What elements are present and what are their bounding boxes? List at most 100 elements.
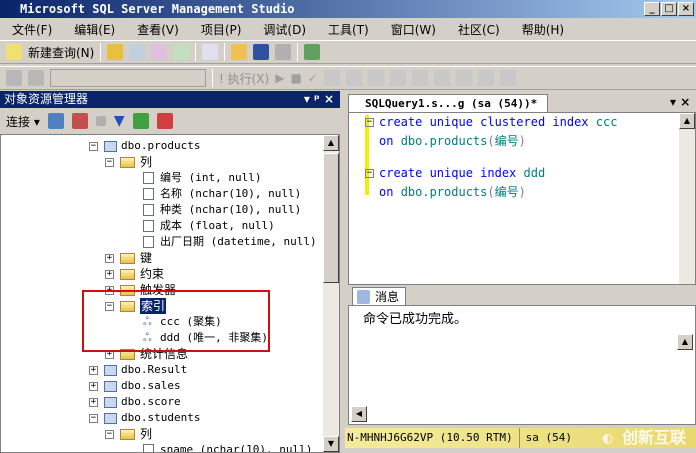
dmx-query-icon[interactable] [151,44,168,60]
query-designer-icon[interactable] [345,70,362,86]
tree-node[interactable]: − 列 [1,426,321,442]
code-token: create unique index [379,166,524,180]
tree-node[interactable]: 成本 (float, null) [1,218,321,234]
tree-node[interactable]: 名称 (nchar(10), null) [1,186,321,202]
folder-icon [120,269,135,280]
outdent-icon[interactable] [477,70,494,86]
save-icon[interactable] [253,44,270,60]
expand-icon[interactable]: + [105,270,114,279]
database-select[interactable] [50,69,206,87]
tree-node[interactable]: 编号 (int, null) [1,170,321,186]
menu-item[interactable]: 调试(D) [263,21,306,38]
scroll-up-button[interactable]: ▲ [677,334,693,350]
tree-node[interactable]: − dbo.students [1,410,321,426]
tree-node[interactable]: − dbo.products [1,138,321,154]
code-token: ) [518,134,526,148]
indent-icon[interactable] [499,70,516,86]
collapse-icon[interactable]: − [89,414,98,423]
expand-icon[interactable]: + [105,254,114,263]
tree-node[interactable]: − 列 [1,154,321,170]
activity-monitor-icon[interactable] [304,44,321,60]
results-file-icon[interactable] [411,70,428,86]
close-button[interactable]: × [678,2,694,16]
estimated-plan-icon[interactable] [323,70,340,86]
menu-item[interactable]: 社区(C) [458,21,500,38]
filter-icon[interactable]: ▼ [114,113,125,129]
collapse-icon[interactable]: − [105,158,114,167]
collapse-icon[interactable]: − [105,430,114,439]
maximize-button[interactable]: □ [661,2,677,16]
connect-dropdown[interactable]: 连接 ▾ [6,113,40,130]
tab-close-icon[interactable]: ▾ × [670,95,690,109]
disconnect-icon[interactable] [71,113,88,129]
expand-icon[interactable]: + [89,366,98,375]
tree-node[interactable]: + dbo.sales [1,378,321,394]
menu-item[interactable]: 编辑(E) [74,21,115,38]
tree-node[interactable]: 出厂日期 (datetime, null) [1,234,321,250]
tree-node-label: 种类 (nchar(10), null) [160,203,302,216]
tree-node[interactable]: + dbo.Result [1,362,321,378]
sql-editor[interactable]: create unique clustered index ccc − on dbo… [348,112,696,285]
database-query-icon[interactable] [107,44,124,60]
uncomment-icon[interactable] [455,70,472,86]
new-file-icon[interactable] [202,44,219,60]
stop-icon[interactable]: ■ [290,71,301,85]
pane-controls[interactable]: ▾ ᵖ × [304,91,334,108]
menu-item[interactable]: 查看(V) [137,21,179,38]
tree-node[interactable]: sname (nchar(10), null) [1,442,321,452]
tree-node[interactable]: + dbo.score [1,394,321,410]
column-icon [143,204,154,216]
parse-icon[interactable]: ✓ [308,71,318,85]
scroll-left-button[interactable]: ◀ [351,406,367,422]
tree-scrollbar[interactable]: ▲ ▼ [323,135,339,452]
change-connection-icon[interactable] [28,70,44,86]
comment-icon[interactable] [433,70,450,86]
tree-node-label: 出厂日期 (datetime, null) [160,235,317,248]
code-token: 编号 [494,185,519,199]
tree-node[interactable]: + 约束 [1,266,321,282]
open-folder-icon[interactable] [231,44,248,60]
refresh-icon[interactable] [132,113,149,129]
standard-toolbar: 新建查询(N) [0,40,696,64]
code-token: ccc [595,115,618,129]
tree-node-label: dbo.sales [121,379,181,392]
debug-icon[interactable]: ▶ [275,71,284,85]
tree-node[interactable]: 种类 (nchar(10), null) [1,202,321,218]
connect-icon[interactable] [6,70,22,86]
menu-item[interactable]: 项目(P) [201,21,242,38]
menu-item[interactable]: 工具(T) [328,21,369,38]
tree-node-label: 约束 [140,267,165,281]
message-text: 命令已成功完成。 [363,312,468,327]
results-text-icon[interactable] [367,70,384,86]
results-grid-icon[interactable] [389,70,406,86]
editor-scrollbar[interactable]: ▲ [679,113,695,284]
connect-icon[interactable] [47,113,64,129]
user-status: sa (54) [525,431,572,444]
object-explorer-title: 对象资源管理器 [4,92,89,106]
minimize-button[interactable]: _ [644,2,660,16]
expand-icon[interactable]: + [89,382,98,391]
print-icon[interactable] [275,44,292,60]
tree-node-label: 键 [140,251,153,265]
collapse-icon[interactable]: − [365,118,374,127]
collapse-icon[interactable]: − [89,142,98,151]
tab-sqlquery1[interactable]: SQLQuery1.s...g (sa (54))* [348,94,548,113]
messages-tab-label: 消息 [375,290,400,304]
execute-button[interactable]: ! 执行(X) [219,70,269,87]
menu-item[interactable]: 帮助(H) [522,21,564,38]
menu-item[interactable]: 窗口(W) [391,21,436,38]
tree-node[interactable]: + 键 [1,250,321,266]
tab-messages[interactable]: 消息 [352,287,406,306]
xmla-query-icon[interactable] [173,44,190,60]
menu-item[interactable]: 文件(F) [12,21,52,38]
code-token: on [379,185,401,199]
tree-node-label: 列 [140,155,153,169]
stop-icon[interactable] [95,116,106,126]
mdx-query-icon[interactable] [129,44,146,60]
expand-icon[interactable]: + [89,398,98,407]
object-explorer-header: 对象资源管理器 ▾ ᵖ × [0,91,340,108]
new-query-button[interactable]: 新建查询(N) [28,44,94,61]
collapse-icon[interactable]: − [365,169,374,178]
clear-icon[interactable] [156,113,173,129]
new-query-icon [6,44,22,60]
